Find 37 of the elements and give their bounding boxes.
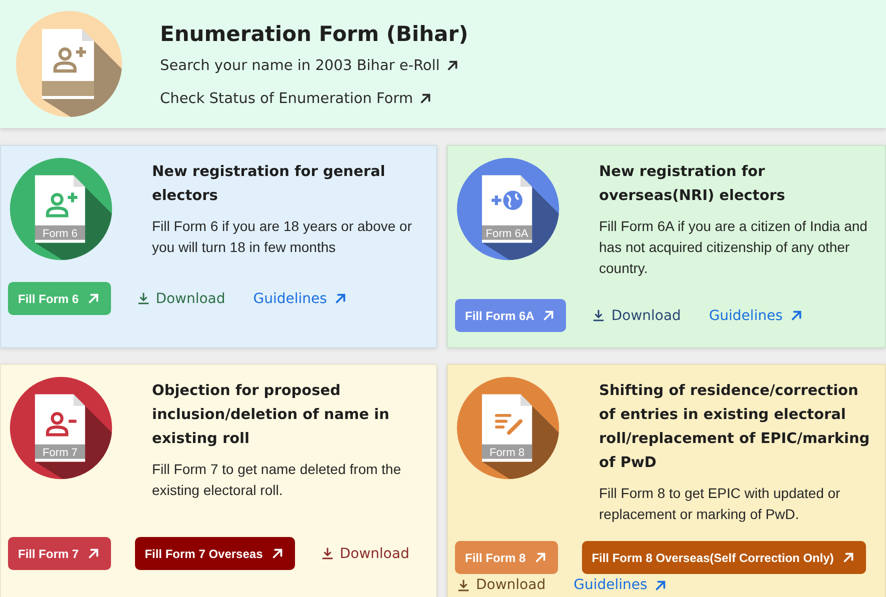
fill-form-button[interactable]: Fill Form 7 Overseas [134, 537, 295, 570]
card-title: Shifting of residence/correction of entries in existing electoral roll/replacement of EPIC/marking of PwD [599, 382, 871, 473]
guidelines-link[interactable]: Guidelines [574, 577, 668, 593]
download-icon [592, 309, 606, 322]
card-description: Fill Form 7 to get name deleted from the existing electoral roll. [152, 460, 402, 500]
card-title: New registration for overseas(NRI) electors [599, 163, 786, 206]
download-icon [320, 547, 334, 560]
download-link[interactable]: Download [320, 546, 410, 562]
guidelines-link[interactable]: Guidelines [708, 308, 804, 324]
card-description: Fill Form 8 to get EPIC with updated or replacement or marking of PwD. [599, 484, 842, 524]
download-icon [457, 578, 470, 592]
card-title: New registration for general electors [152, 163, 386, 206]
form-label: Form 8 [490, 446, 525, 459]
card-description: Fill Form 6A if you are a citizen of India and has not acquired citizenship of any other country. [599, 217, 868, 278]
guidelines-link[interactable]: Guidelines [253, 290, 348, 306]
fill-form-button[interactable]: Fill Form 7 [8, 537, 111, 570]
add-person-icon [53, 45, 88, 73]
fill-form-button[interactable]: Fill Form 8 [455, 541, 558, 574]
form-label: Form 6A [486, 228, 528, 240]
add-person-icon [46, 191, 79, 218]
card-title: Objection for proposed inclusion/deletion of name in existing roll [152, 382, 390, 449]
download-link[interactable]: Download [136, 290, 226, 306]
edit-lines-icon [495, 414, 522, 435]
add-globe-icon [490, 190, 522, 210]
card-description: Fill Form 6 if you are 18 years or above or you will turn 18 in few months [152, 217, 413, 257]
external-link[interactable]: Check Status of Enumeration Form [160, 90, 433, 106]
form-label: Form 7 [42, 446, 78, 459]
fill-form-button[interactable]: Fill Form 8 Overseas(Self Correction Only) [582, 541, 866, 574]
external-link[interactable]: Search your name in 2003 Bihar e-Roll [160, 58, 460, 74]
download-icon [136, 292, 150, 305]
remove-person-icon [46, 412, 76, 436]
download-link[interactable]: Download [457, 577, 546, 593]
form-label: Form 6 [42, 228, 78, 240]
fill-form-button[interactable]: Fill Form 6A [455, 299, 566, 332]
download-link[interactable]: Download [592, 308, 681, 324]
document-icon [42, 29, 94, 99]
page-title: Enumeration Form (Bihar) [160, 22, 468, 46]
